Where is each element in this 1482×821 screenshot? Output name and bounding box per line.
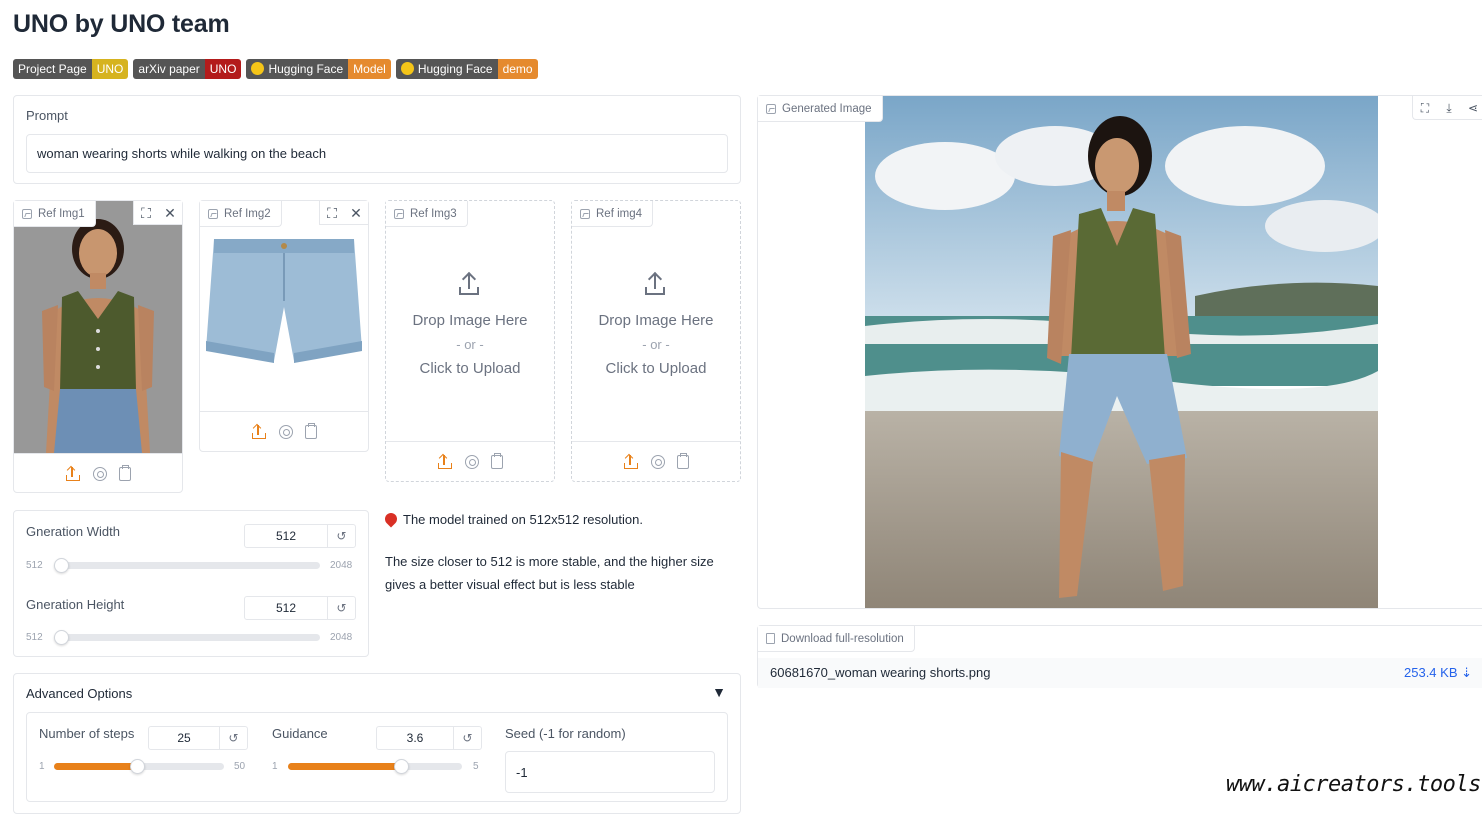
size-panel: Gneration Width 512 ↺ 512 2048 Gneration… [13, 510, 369, 657]
width-slider[interactable] [54, 558, 320, 573]
steps-slider[interactable] [54, 759, 224, 774]
close-icon[interactable]: ✕ [158, 201, 182, 225]
caret-down-icon[interactable]: ▼ [712, 684, 726, 700]
clipboard-icon[interactable] [305, 422, 317, 439]
generated-image [865, 96, 1378, 608]
slider-handle[interactable] [54, 630, 69, 645]
ref-image-3-toolbar [386, 441, 554, 481]
badge-arxiv[interactable]: arXiv paper UNO [133, 59, 242, 79]
ref-image-1-preview [14, 201, 182, 453]
ref-image-2-preview [200, 201, 368, 411]
beach-woman-image [865, 96, 1378, 608]
advanced-options-toggle[interactable]: Advanced Options [26, 686, 132, 701]
ref-image-2-toolbar [200, 411, 368, 451]
prompt-input[interactable] [26, 134, 728, 173]
steps-label: Number of steps [39, 726, 135, 741]
guidance-slider[interactable] [288, 759, 462, 774]
badge-row: Project Page UNO arXiv paper UNO Hugging F… [13, 59, 538, 79]
webcam-icon[interactable] [651, 454, 665, 469]
slider-handle[interactable] [130, 759, 145, 774]
seed-label: Seed (-1 for random) [505, 726, 626, 741]
height-label: Gneration Height [26, 597, 125, 612]
ref-image-3-label: Ref Img3 [386, 201, 468, 227]
download-label: Download full-resolution [758, 626, 915, 652]
webcam-icon[interactable] [465, 454, 479, 469]
hugging-face-icon [251, 62, 265, 75]
pushpin-icon [382, 510, 400, 528]
height-slider[interactable] [54, 630, 320, 645]
denim-shorts-image [200, 201, 368, 411]
width-label: Gneration Width [26, 524, 120, 539]
resolution-note: The model trained on 512x512 resolution. [382, 510, 643, 528]
reset-icon[interactable]: ↺ [327, 597, 355, 619]
reset-icon[interactable]: ↺ [219, 727, 247, 749]
image-icon [22, 208, 32, 219]
ref-image-3[interactable]: Ref Img3 Drop Image Here - or - Click to… [385, 200, 555, 482]
upload-icon[interactable] [251, 423, 267, 440]
image-icon [394, 208, 404, 219]
reset-icon[interactable]: ↺ [453, 727, 481, 749]
fullscreen-icon[interactable]: ⛶ [134, 201, 158, 225]
generated-image-label: Generated Image [758, 96, 883, 122]
slider-handle[interactable] [394, 759, 409, 774]
width-number[interactable]: 512 ↺ [244, 524, 356, 548]
ref-image-2[interactable]: Ref Img2 ⛶ ✕ [199, 200, 369, 452]
download-file-row[interactable]: 60681670_woman wearing shorts.png 253.4 … [758, 658, 1482, 688]
generated-image-panel: Generated Image ⛶ ⤓ ⋖ [757, 95, 1482, 609]
upload-icon[interactable] [65, 465, 81, 482]
badge-project-page[interactable]: Project Page UNO [13, 59, 129, 79]
close-icon[interactable]: ✕ [344, 201, 368, 225]
badge-hf-demo[interactable]: Hugging Face demo [395, 59, 538, 79]
advanced-options-content: Number of steps 25 ↺ 1 50 Guidance 3.6 ↺… [26, 712, 728, 802]
woman-portrait-image [14, 201, 182, 453]
hugging-face-icon [400, 62, 414, 75]
fullscreen-icon[interactable]: ⛶ [320, 201, 344, 225]
share-icon[interactable]: ⋖ [1461, 96, 1482, 120]
upload-icon[interactable] [623, 453, 639, 470]
webcam-icon[interactable] [279, 424, 293, 439]
steps-number[interactable]: 25 ↺ [148, 726, 248, 750]
ref-image-4-label: Ref img4 [572, 201, 654, 227]
ref-image-1-label: Ref Img1 [14, 201, 96, 227]
ref-image-1[interactable]: Ref Img1 ⛶ ✕ [13, 200, 183, 493]
ref-image-1-toolbar [14, 453, 182, 493]
stability-note: The size closer to 512 is more stable, a… [385, 554, 714, 592]
ref-image-4[interactable]: Ref img4 Drop Image Here - or - Click to… [571, 200, 741, 482]
generated-image-controls: ⛶ ⤓ ⋖ [1412, 96, 1482, 120]
slider-handle[interactable] [54, 558, 69, 573]
advanced-options-panel: Advanced Options ▼ Number of steps 25 ↺ … [13, 673, 741, 814]
guidance-label: Guidance [272, 726, 328, 741]
upload-icon[interactable] [437, 453, 453, 470]
ref-image-4-toolbar [572, 441, 740, 481]
download-icon[interactable]: ⤓ [1437, 96, 1461, 120]
ref-image-2-label: Ref Img2 [200, 201, 282, 227]
clipboard-icon[interactable] [491, 452, 503, 469]
fullscreen-icon[interactable]: ⛶ [1413, 96, 1437, 120]
image-icon [766, 103, 776, 114]
ref-image-1-controls: ⛶ ✕ [133, 201, 182, 225]
guidance-number[interactable]: 3.6 ↺ [376, 726, 482, 750]
ref-image-2-controls: ⛶ ✕ [319, 201, 368, 225]
clipboard-icon[interactable] [119, 464, 131, 481]
height-number[interactable]: 512 ↺ [244, 596, 356, 620]
seed-input[interactable] [505, 751, 715, 793]
clipboard-icon[interactable] [677, 452, 689, 469]
upload-icon [643, 271, 669, 297]
image-icon [208, 208, 218, 219]
reset-icon[interactable]: ↺ [327, 525, 355, 547]
page-title: UNO by UNO team [13, 10, 230, 38]
ref-image-3-dropzone[interactable]: Drop Image Here - or - Click to Upload [386, 271, 554, 381]
watermark: www.aicreators.tools [1226, 772, 1481, 797]
prompt-label: Prompt [26, 108, 68, 123]
upload-icon [457, 271, 483, 297]
webcam-icon[interactable] [93, 466, 107, 481]
image-icon [580, 208, 590, 219]
download-filename[interactable]: 60681670_woman wearing shorts.png [770, 665, 990, 680]
file-icon [766, 633, 775, 644]
prompt-panel: Prompt [13, 95, 741, 184]
download-panel: Download full-resolution 60681670_woman … [757, 625, 1482, 688]
download-size-link[interactable]: 253.4 KB ⇣ [1404, 665, 1472, 681]
badge-hf-model[interactable]: Hugging Face Model [246, 59, 391, 79]
ref-image-4-dropzone[interactable]: Drop Image Here - or - Click to Upload [572, 271, 740, 381]
